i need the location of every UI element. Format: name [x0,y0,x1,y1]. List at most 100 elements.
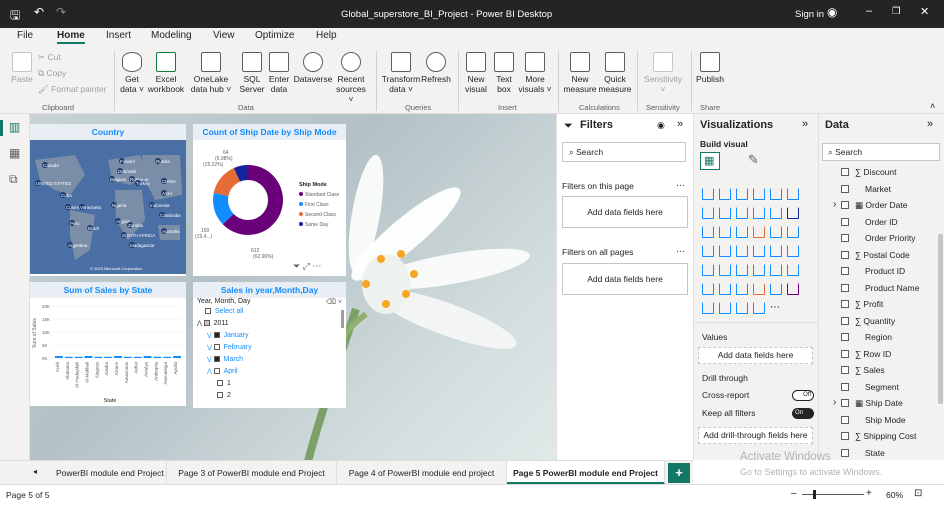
visual-header-icons[interactable]: ⏷ ⤢ ⋯ [293,261,321,272]
collapse-filters-icon[interactable]: » [677,118,683,130]
quick-measure-button[interactable]: Quick measure [598,52,632,94]
bar[interactable] [163,356,172,358]
field-item[interactable]: Product Name [841,282,919,294]
report-canvas[interactable]: Country Canada UNITED STATES Cuba Colombia V… [30,114,556,460]
field-item[interactable]: Market [841,183,891,195]
text-box-button[interactable]: Text box [491,52,517,94]
cut-button[interactable]: ✂ Cut [38,52,61,62]
refresh-button[interactable]: Refresh [421,52,451,84]
bar[interactable] [64,356,73,358]
zoom-slider[interactable] [802,494,864,495]
excel-button[interactable]: Excel workbook [147,52,185,94]
field-item[interactable]: ∑ Postal Code [841,249,910,261]
slicer-scrollbar[interactable] [341,310,344,328]
line-column-icon[interactable] [753,207,765,219]
tab-help[interactable]: Help [316,30,337,41]
new-measure-button[interactable]: New measure [563,52,597,94]
area-chart-icon[interactable] [719,207,731,219]
slicer-item[interactable]: 2 [217,392,231,399]
data-search-input[interactable]: ⌕ Search [822,143,940,161]
bar[interactable] [55,356,63,358]
scroll-left-icon[interactable]: ◂ [33,467,37,476]
format-visual-icon[interactable]: ✎ [748,152,759,168]
treemap-icon[interactable] [787,226,799,238]
tab-file[interactable]: File [17,30,33,41]
legend-item[interactable]: First Class [305,202,329,208]
more-icon[interactable]: ⋯ [676,246,685,257]
field-item[interactable]: ∑ Profit [841,298,883,310]
tab-modeling[interactable]: Modeling [151,30,192,41]
field-item[interactable]: Order ID [841,216,898,228]
kpi-icon[interactable] [736,264,748,276]
zoom-in-icon[interactable]: + [866,488,872,499]
field-item[interactable]: ∑ Shipping Cost [841,430,916,442]
checkbox[interactable] [841,267,849,275]
enter-data-button[interactable]: Enter data [267,52,291,94]
slicer-item[interactable]: 1 [217,380,231,387]
recent-sources-button[interactable]: Recent sources ˅ [333,52,369,104]
bar[interactable] [143,356,152,358]
more-visuals-button[interactable]: More visuals ˅ [518,52,552,94]
100-column-icon[interactable] [787,188,799,200]
checkbox[interactable] [841,399,849,407]
stacked-column-icon[interactable] [719,188,731,200]
bar[interactable] [84,356,93,358]
python-visual-icon[interactable] [719,283,731,295]
get-data-button[interactable]: Get data ˅ [118,52,146,94]
field-item[interactable]: ∑ Row ID [841,348,891,360]
checkbox[interactable] [841,432,849,440]
slicer-item[interactable]: ⋁ March [207,356,243,363]
field-item[interactable]: ∑ Discount [841,166,897,178]
checkbox[interactable] [841,415,849,424]
line-chart-icon[interactable] [702,207,714,219]
collapse-data-icon[interactable]: » [927,118,933,130]
expand-icon[interactable]: › [833,199,836,211]
gauge-icon[interactable] [787,245,799,257]
matrix-icon[interactable] [787,264,799,276]
checkbox[interactable] [841,349,849,358]
multi-card-icon[interactable] [719,264,731,276]
checkbox[interactable] [217,392,223,398]
bar[interactable] [173,356,181,358]
transform-data-button[interactable]: Transform data ˅ [381,52,421,94]
sensitivity-button[interactable]: Sensitivity ˅ [641,52,685,94]
expand-icon[interactable]: ⋀ [207,369,214,375]
restore-icon[interactable]: ❐ [892,6,901,17]
new-visual-button[interactable]: New visual [462,52,490,94]
sales-by-state-visual[interactable]: Sum of Sales by State 20K 15K 10K 5K 0K Sum o… [30,282,186,406]
country-map-visual[interactable]: Country Canada UNITED STATES Cuba Colombia V… [30,124,186,276]
metrics-icon[interactable] [719,302,731,314]
more-icon[interactable]: ⋯ [770,302,782,314]
dataverse-button[interactable]: Dataverse [293,52,333,84]
qa-icon[interactable] [770,283,782,295]
filters-search-input[interactable]: ⌕ Search [562,142,686,162]
field-item[interactable]: Region [841,331,892,343]
filters-all-dropzone[interactable]: Add data fields here [562,263,688,295]
donut-icon[interactable] [770,226,782,238]
expand-icon[interactable]: ⋁ [207,333,214,339]
page-tab[interactable]: Page 4 of PowerBI module end project [337,461,507,485]
tab-insert[interactable]: Insert [106,30,131,41]
narrative-icon[interactable] [787,283,799,295]
collapse-ribbon-icon[interactable]: ˄ [930,101,935,111]
field-item[interactable]: Ship Mode [841,414,906,426]
fit-to-page-icon[interactable]: ⊡ [914,488,922,499]
legend-item[interactable]: Second Class [305,212,336,218]
paginated-icon[interactable] [702,302,714,314]
filled-map-icon[interactable] [719,245,731,257]
clustered-bar-icon[interactable] [736,188,748,200]
expand-icon[interactable]: ⋁ [207,357,214,363]
bar[interactable] [133,356,142,358]
map-icon[interactable] [702,245,714,257]
pie-icon[interactable] [753,226,765,238]
field-item[interactable]: › ▦ Ship Date [833,397,903,409]
checkbox[interactable] [841,366,849,374]
bar[interactable] [114,356,122,358]
checkbox[interactable] [841,217,849,226]
line-clustered-icon[interactable] [770,207,782,219]
page-tab[interactable]: Page 3 of PowerBI module end Project [167,461,337,485]
filters-page-dropzone[interactable]: Add data fields here [562,196,688,228]
checkbox[interactable] [841,316,849,325]
account-icon[interactable]: ◉ [827,5,837,19]
checkbox[interactable] [841,300,849,308]
